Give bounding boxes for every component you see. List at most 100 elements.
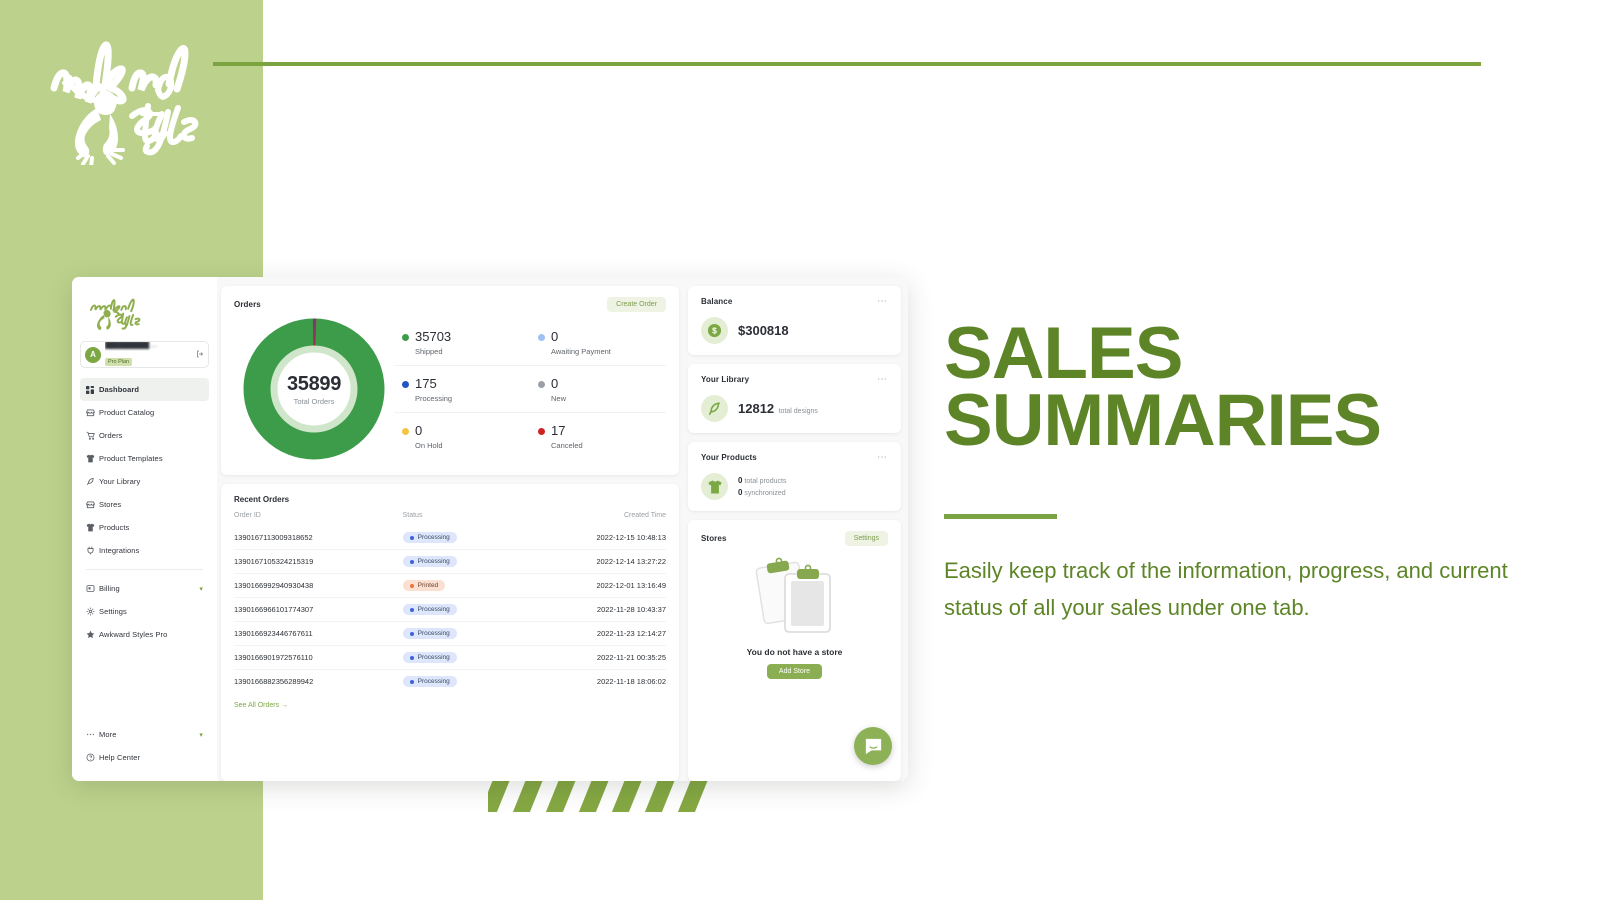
balance-card: Balance ⋯ $ $300818: [688, 286, 901, 355]
table-row[interactable]: 1390166882356289942 Processing 2022-11-1…: [234, 669, 666, 693]
status-dot-icon: [409, 535, 414, 540]
add-store-button[interactable]: Add Store: [766, 664, 823, 679]
legend-value: 0: [551, 376, 559, 391]
status-badge: Processing: [402, 532, 457, 543]
legend-label: Canceled: [551, 441, 583, 450]
cell-created-time: 2022-11-28 10:43:37: [517, 597, 666, 622]
sidebar-item-stores[interactable]: Stores: [80, 493, 209, 516]
gear-icon: [86, 607, 99, 616]
more-icon[interactable]: ⋯: [877, 374, 888, 384]
sidebar-item-settings[interactable]: Settings: [80, 600, 209, 623]
legend-value: 175: [415, 376, 437, 391]
status-badge: Printed: [402, 580, 446, 591]
promo-title-line1: SALES: [944, 313, 1183, 394]
your-products-card: Your Products ⋯ 0 total products 0 synch…: [688, 442, 901, 511]
card-title: Stores: [701, 534, 727, 543]
app-main-content: Orders Create Order 35899 Total Orders 3…: [217, 277, 908, 781]
library-row: 12812 total designs: [701, 395, 888, 422]
table-row[interactable]: 1390166966101774307 Processing 2022-11-2…: [234, 597, 666, 622]
orders-legend: 35703 Shipped 0 Awaiting Payment 175 Pro…: [394, 319, 666, 459]
sidebar-bottom-nav: More ▾ Help Center: [80, 723, 209, 769]
sidebar-item-label: Product Templates: [99, 454, 163, 463]
cell-status: Processing: [402, 669, 518, 693]
main-right-column: Balance ⋯ $ $300818 Your Library ⋯ 12812…: [688, 286, 901, 781]
shirt-icon: [701, 473, 728, 500]
balance-value: $300818: [738, 323, 789, 338]
orders-card: Orders Create Order 35899 Total Orders 3…: [221, 286, 679, 475]
table-row[interactable]: 1390167105324215319 Processing 2022-12-1…: [234, 549, 666, 574]
column-header-created-time: Created Time: [623, 512, 666, 519]
status-dot-icon: [409, 631, 414, 636]
slide-canvas: A ██████████ … Pro Plan Dashboard Produc…: [0, 0, 1600, 900]
legend-value: 0: [415, 423, 423, 438]
legend-item-shipped: 35703 Shipped: [394, 319, 530, 365]
cell-created-time: 2022-12-15 10:48:13: [596, 533, 666, 542]
sidebar-item-dashboard[interactable]: Dashboard: [80, 378, 209, 401]
dollar-coin-icon: $: [701, 317, 728, 344]
account-switcher[interactable]: A ██████████ … Pro Plan: [80, 341, 209, 368]
shirt-icon: [86, 454, 99, 463]
chevron-down-icon[interactable]: ▾: [199, 731, 203, 739]
legend-item-new: 0 New: [530, 365, 666, 412]
cell-order-id: 1390166992940930438: [234, 573, 403, 598]
create-order-button[interactable]: Create Order: [607, 297, 666, 312]
legend-label: On Hold: [415, 441, 443, 450]
sidebar-item-orders[interactable]: Orders: [80, 424, 209, 447]
stores-settings-button[interactable]: Settings: [844, 531, 888, 546]
more-icon[interactable]: ⋯: [877, 296, 888, 306]
sidebar-item-your-library[interactable]: Your Library: [80, 470, 209, 493]
legend-dot-canceled: [538, 428, 545, 435]
cell-status: Processing: [402, 549, 518, 574]
chat-bubble-icon[interactable]: [854, 727, 892, 765]
promo-divider: [944, 514, 1057, 520]
orders-card-header: Orders Create Order: [234, 297, 666, 312]
stores-empty-message: You do not have a store: [746, 647, 843, 657]
sidebar-item-billing[interactable]: Billing ▾: [80, 577, 209, 600]
sidebar-item-awkward-styles-pro[interactable]: Awkward Styles Pro: [80, 623, 209, 646]
sidebar-logo-icon[interactable]: [86, 293, 209, 335]
legend-label: Awaiting Payment: [551, 347, 611, 356]
sidebar-item-product-catalog[interactable]: Product Catalog: [80, 401, 209, 424]
more-icon[interactable]: ⋯: [877, 452, 888, 462]
sidebar-item-help-center[interactable]: Help Center: [80, 746, 209, 769]
header-divider-line: [213, 62, 1481, 66]
table-row[interactable]: 1390167113009318652 Processing 2022-12-1…: [234, 526, 666, 550]
legend-value: 35703: [415, 329, 452, 344]
cell-order-id: 1390166966101774307: [234, 597, 403, 622]
legend-label: New: [551, 394, 567, 403]
cell-order-id: 1390167105324215319: [234, 549, 403, 574]
products-card-header: Your Products ⋯: [701, 452, 888, 462]
promo-block: SALES SUMMARIES Easily keep track of the…: [944, 313, 1544, 626]
logout-icon[interactable]: [196, 350, 204, 360]
status-label: Processing: [417, 678, 450, 685]
store-icon: [86, 408, 99, 417]
status-label: Processing: [417, 654, 450, 661]
card-title: Your Products: [701, 453, 757, 462]
see-all-orders-link[interactable]: See All Orders →: [234, 702, 666, 709]
legend-value: 17: [551, 423, 566, 438]
sidebar-item-integrations[interactable]: Integrations: [80, 539, 209, 562]
legend-item-canceled: 17 Canceled: [530, 412, 666, 459]
credit-card-icon: [86, 584, 99, 593]
cell-status: Processing: [402, 597, 518, 622]
products-synced-label: synchronized: [744, 489, 786, 497]
cell-created-time: 2022-11-18 18:06:02: [517, 669, 666, 693]
ellipsis-icon: [86, 730, 99, 739]
store-icon: [86, 500, 99, 509]
orders-card-body: 35899 Total Orders 35703 Shipped 0 Await…: [234, 314, 666, 464]
table-row[interactable]: 1390166923446767611 Processing 2022-11-2…: [234, 621, 666, 646]
main-left-column: Orders Create Order 35899 Total Orders 3…: [221, 286, 679, 781]
your-library-card: Your Library ⋯ 12812 total designs: [688, 364, 901, 433]
sidebar-item-products[interactable]: Products: [80, 516, 209, 539]
library-stat: 12812 total designs: [738, 400, 818, 418]
cell-created-time: 2022-11-21 00:35:25: [517, 645, 666, 670]
sidebar-item-product-templates[interactable]: Product Templates: [80, 447, 209, 470]
products-total-value: 0: [738, 475, 743, 485]
status-label: Processing: [417, 606, 450, 613]
products-synced-line: 0 synchronized: [738, 487, 786, 499]
table-row[interactable]: 1390166901972576110 Processing 2022-11-2…: [234, 645, 666, 670]
sidebar-item-more[interactable]: More ▾: [80, 723, 209, 746]
chevron-down-icon[interactable]: ▾: [199, 585, 203, 593]
recent-orders-table: Order ID Status Created Time 13901671130…: [234, 512, 666, 693]
table-row[interactable]: 1390166992940930438 Printed 2022-12-01 1…: [234, 573, 666, 598]
